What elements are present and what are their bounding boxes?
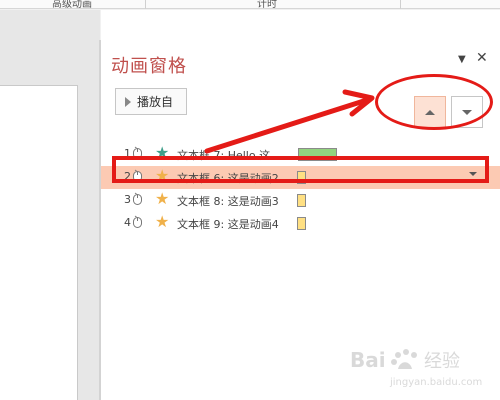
svg-text:Bai: Bai <box>350 348 386 372</box>
baidu-jingyan-watermark: Bai 经验 jingyan.baidu.com <box>350 348 482 388</box>
svg-text:经验: 经验 <box>424 351 460 372</box>
annotation-arrow <box>204 89 375 154</box>
svg-text:jingyan.baidu.com: jingyan.baidu.com <box>389 377 482 388</box>
